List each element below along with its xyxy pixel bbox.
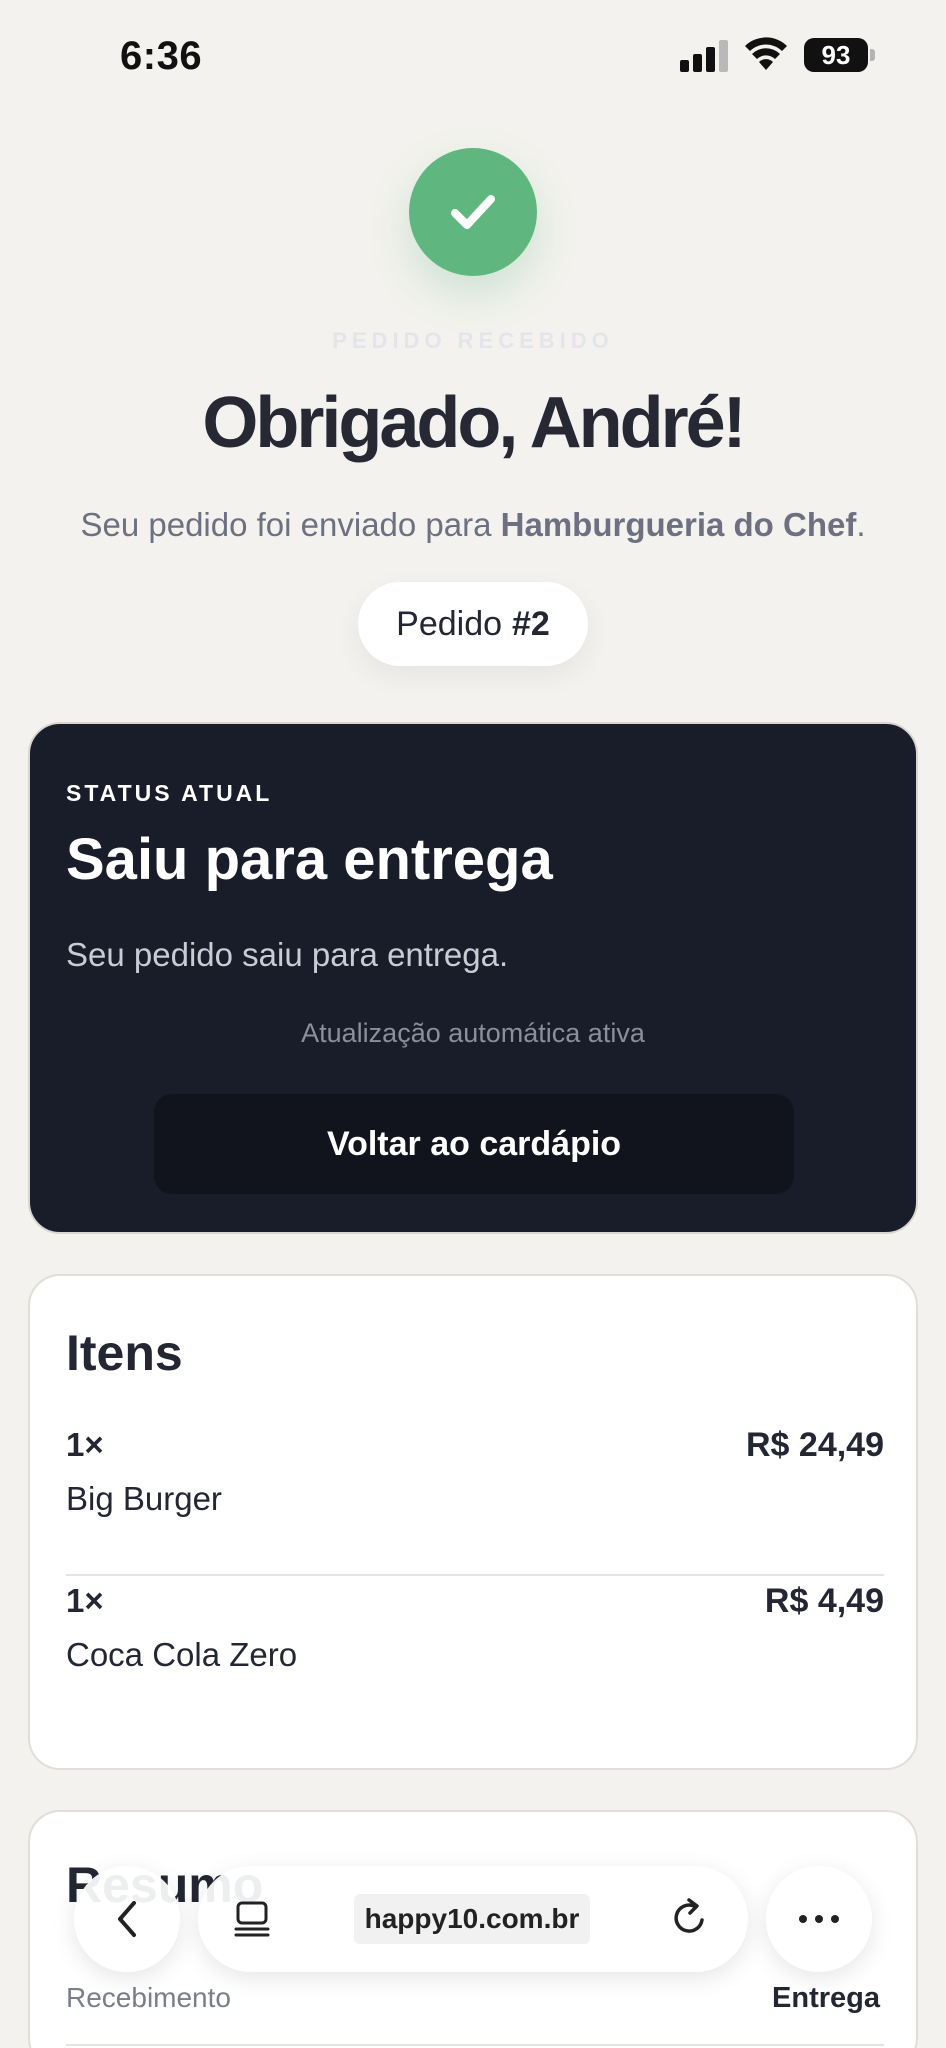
list-item: 1× Coca Cola Zero R$ 4,49 (66, 1582, 884, 1674)
status-eyebrow: STATUS ATUAL (66, 780, 273, 806)
receipt-value: Entrega (772, 1982, 880, 2014)
more-button[interactable] (766, 1866, 872, 1972)
url-text: happy10.com.br (364, 1903, 580, 1934)
status-title: Saiu para entrega (66, 827, 553, 892)
item-name: Coca Cola Zero (66, 1636, 298, 1673)
back-button[interactable] (74, 1866, 180, 1972)
order-sent-subtitle: Seu pedido foi enviado para Hamburgueria… (80, 506, 866, 543)
battery-icon: 93 (804, 38, 876, 72)
order-received-eyebrow: PEDIDO RECEBIDO (332, 328, 614, 353)
items-card: Itens 1× Big Burger R$ 24,49 1× Coca Col… (28, 1274, 918, 1770)
item-price: R$ 24,49 (746, 1426, 884, 1464)
tabs-icon[interactable] (232, 1899, 272, 1939)
auto-update-note: Atualização automática ativa (301, 1018, 645, 1048)
current-status-card: STATUS ATUAL Saiu para entrega Seu pedid… (28, 722, 918, 1234)
divider (66, 1574, 884, 1576)
order-label: Pedido (396, 604, 503, 643)
status-time: 6:36 (120, 34, 203, 78)
item-price: R$ 4,49 (764, 1582, 884, 1620)
signal-icon (680, 40, 728, 72)
divider (66, 2044, 884, 2046)
success-check-icon (409, 148, 537, 276)
page-title: Obrigado, André! (202, 383, 746, 463)
items-title: Itens (66, 1325, 183, 1381)
list-item: 1× Big Burger R$ 24,49 (66, 1426, 884, 1518)
battery-level: 93 (804, 38, 868, 72)
order-number: #2 (512, 604, 550, 643)
more-icon (799, 1915, 839, 1923)
receipt-label: Recebimento (66, 1982, 231, 2013)
item-quantity: 1× (66, 1582, 104, 1619)
url-display[interactable]: happy10.com.br (354, 1894, 590, 1944)
status-bar: 6:36 93 (0, 0, 946, 112)
chevron-left-icon (118, 1901, 136, 1937)
back-to-menu-button[interactable]: Voltar ao cardápio (154, 1094, 794, 1194)
item-name: Big Burger (66, 1480, 222, 1517)
reload-icon[interactable] (668, 1896, 712, 1940)
status-description: Seu pedido saiu para entrega. (66, 936, 509, 973)
order-number-badge: Pedido #2 (358, 582, 588, 666)
wifi-icon (745, 37, 787, 70)
address-bar[interactable]: happy10.com.br (198, 1866, 748, 1972)
restaurant-name: Hamburgueria do Chef (500, 506, 857, 543)
